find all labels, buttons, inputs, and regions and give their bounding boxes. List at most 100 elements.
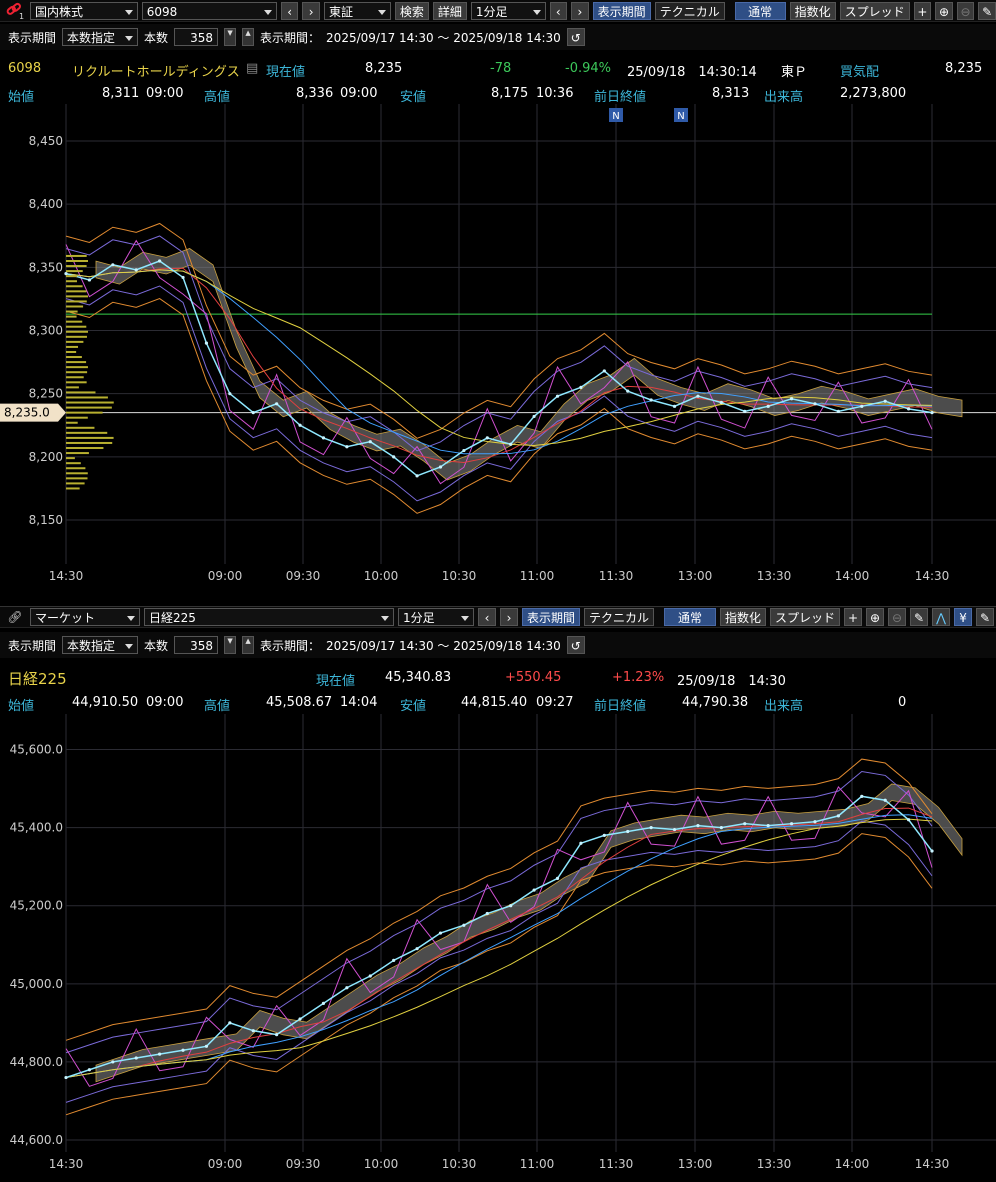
bottom-count-input[interactable]: 358 xyxy=(174,636,219,654)
price-point xyxy=(462,923,466,927)
spread-button[interactable]: スプレッド xyxy=(839,1,910,20)
search-button[interactable]: 検索 xyxy=(394,1,429,20)
normal-button[interactable]: 通常 xyxy=(734,1,786,20)
index-button[interactable]: 指数化 xyxy=(789,1,836,20)
x-tick-label: 13:30 xyxy=(757,569,792,583)
bottom-chart-svg[interactable]: 14:30 09:00 09:30 10:00 10:30 11:00 11:30 13:00… xyxy=(0,714,996,1179)
prev-button[interactable]: ‹ xyxy=(280,1,299,20)
bottom-period-mode-select[interactable]: 本数指定 xyxy=(62,636,139,654)
volume-profile-bar xyxy=(66,487,80,490)
bottom-prev-close-value: 44,790.38 xyxy=(682,695,749,710)
bottom-zoom-in-icon[interactable]: ⊕ xyxy=(866,608,885,626)
x-tick-label: 14:30 xyxy=(49,1157,84,1171)
bottom-index-select[interactable]: 日経225 xyxy=(144,608,394,626)
quote-datetime: 25/09/18 14:30:14 xyxy=(627,65,757,80)
detail-button[interactable]: 詳細 xyxy=(432,1,467,20)
range-value: 2025/09/17 14:30 〜 2025/09/18 14:30 xyxy=(326,30,561,45)
stepper-down-icon[interactable]: ▼ xyxy=(224,28,237,46)
exchange-select[interactable]: 東証 xyxy=(323,1,391,20)
pencil-icon[interactable]: ✎ xyxy=(978,1,996,20)
bottom-stepper-down-icon[interactable]: ▼ xyxy=(224,636,237,654)
price-point xyxy=(555,876,560,880)
code-input[interactable]: 6098 xyxy=(141,1,277,20)
y-tick-label: 44,600.0 xyxy=(10,1133,63,1147)
news-marker-label: N xyxy=(612,111,619,122)
bottom-high-time: 14:04 xyxy=(340,695,378,710)
y-tick-label: 8,350 xyxy=(29,260,63,274)
price-point xyxy=(228,1021,232,1025)
technical-button[interactable]: テクニカル xyxy=(654,1,725,20)
open-value: 8,311 xyxy=(102,86,140,101)
interval-next-button[interactable]: › xyxy=(571,1,589,20)
plus-icon[interactable]: + xyxy=(913,1,932,20)
period-mode-select[interactable]: 本数指定 xyxy=(62,28,139,46)
bottom-reset-icon[interactable]: ↺ xyxy=(566,636,585,654)
volume-profile-bar xyxy=(66,335,87,338)
prev-close-label: 前日終値 xyxy=(594,90,647,105)
chain-icon[interactable]: 🔗︎ xyxy=(4,610,26,624)
volume-profile-bar xyxy=(66,431,108,434)
bottom-open-value: 44,910.50 xyxy=(72,695,139,710)
price-point xyxy=(64,1075,68,1080)
trend-icon[interactable]: ⋀ xyxy=(932,608,951,626)
volume-profile-bar xyxy=(66,315,77,318)
bottom-market-select[interactable]: マーケット xyxy=(30,608,140,626)
top-chart[interactable]: 14:30 09:00 09:30 10:00 10:30 11:00 11:30 13:00… xyxy=(0,104,996,598)
volume-profile-bar xyxy=(66,285,83,288)
bottom-pencil-icon[interactable]: ✎ xyxy=(910,608,929,626)
bottom-chart[interactable]: 14:30 09:00 09:30 10:00 10:30 11:00 11:30 13:00… xyxy=(0,714,996,1179)
volume-profile-bar xyxy=(66,462,81,465)
top-chart-svg[interactable]: 14:30 09:00 09:30 10:00 10:30 11:00 11:30 13:00… xyxy=(0,104,996,598)
volume-profile-bar xyxy=(66,467,86,470)
y-tick-label: 8,200 xyxy=(29,450,63,464)
zoom-in-icon[interactable]: ⊕ xyxy=(935,1,953,20)
reset-icon[interactable]: ↺ xyxy=(566,28,585,46)
period-button[interactable]: 表示期間 xyxy=(592,1,651,20)
bottom-technical-button[interactable]: テクニカル xyxy=(584,608,655,626)
price-point xyxy=(415,474,419,478)
yen-icon[interactable]: ¥ xyxy=(954,608,973,626)
price-point xyxy=(532,414,536,419)
link-icon[interactable]: 1 xyxy=(4,2,26,21)
interval-prev-button[interactable]: ‹ xyxy=(549,1,568,20)
y-tick-label: 45,200.0 xyxy=(10,899,63,913)
high-label: 高値 xyxy=(204,90,231,105)
bottom-low-time: 09:27 xyxy=(536,695,574,710)
x-tick-label: 11:00 xyxy=(520,569,555,583)
next-button[interactable]: › xyxy=(302,1,320,20)
news-marker-label: N xyxy=(677,111,684,122)
interval-select[interactable]: 1分足 xyxy=(470,1,546,20)
bottom-spread-button[interactable]: スプレッド xyxy=(770,608,841,626)
bottom-zoom-out-icon[interactable]: ⊖ xyxy=(888,608,907,626)
stepper-up-icon[interactable]: ▲ xyxy=(242,28,255,46)
bottom-plus-icon[interactable]: + xyxy=(844,608,863,626)
volume-profile-bar xyxy=(66,340,84,343)
x-tick-label: 14:30 xyxy=(915,1157,950,1171)
period-label: 表示期間 xyxy=(8,30,57,45)
bottom-normal-button[interactable]: 通常 xyxy=(664,608,717,626)
volume-profile-bar xyxy=(66,401,114,404)
bottom-index-button[interactable]: 指数化 xyxy=(720,608,767,626)
volume-label: 出来高 xyxy=(764,90,804,105)
bottom-settings-icon[interactable]: ✎ xyxy=(976,608,995,626)
count-stepper[interactable]: ▼ xyxy=(224,28,237,46)
bottom-stepper-up-icon[interactable]: ▲ xyxy=(242,636,255,654)
bottom-next-button[interactable]: › xyxy=(500,608,518,626)
bottom-interval-select[interactable]: 1分足 xyxy=(398,608,474,626)
x-tick-label: 14:30 xyxy=(915,569,950,583)
high-value: 8,336 xyxy=(296,86,334,101)
price-point xyxy=(860,794,864,798)
volume-profile-bar xyxy=(66,345,79,348)
volume-profile-bar xyxy=(66,447,104,450)
bottom-count-stepper-up[interactable]: ▲ xyxy=(242,636,255,654)
bottom-period-button[interactable]: 表示期間 xyxy=(522,608,581,626)
count-input[interactable]: 358 xyxy=(174,28,219,46)
bottom-count-stepper[interactable]: ▼ xyxy=(224,636,237,654)
stock-name: リクルートホールディングス xyxy=(72,65,240,80)
market-select[interactable]: 国内株式 xyxy=(30,1,138,20)
bottom-prev-button[interactable]: ‹ xyxy=(478,608,496,626)
zoom-out-icon[interactable]: ⊖ xyxy=(956,1,975,20)
memo-icon[interactable]: ▤ xyxy=(246,61,258,76)
y-tick-label: 45,400.0 xyxy=(10,821,63,835)
count-stepper-up[interactable]: ▲ xyxy=(242,28,255,46)
